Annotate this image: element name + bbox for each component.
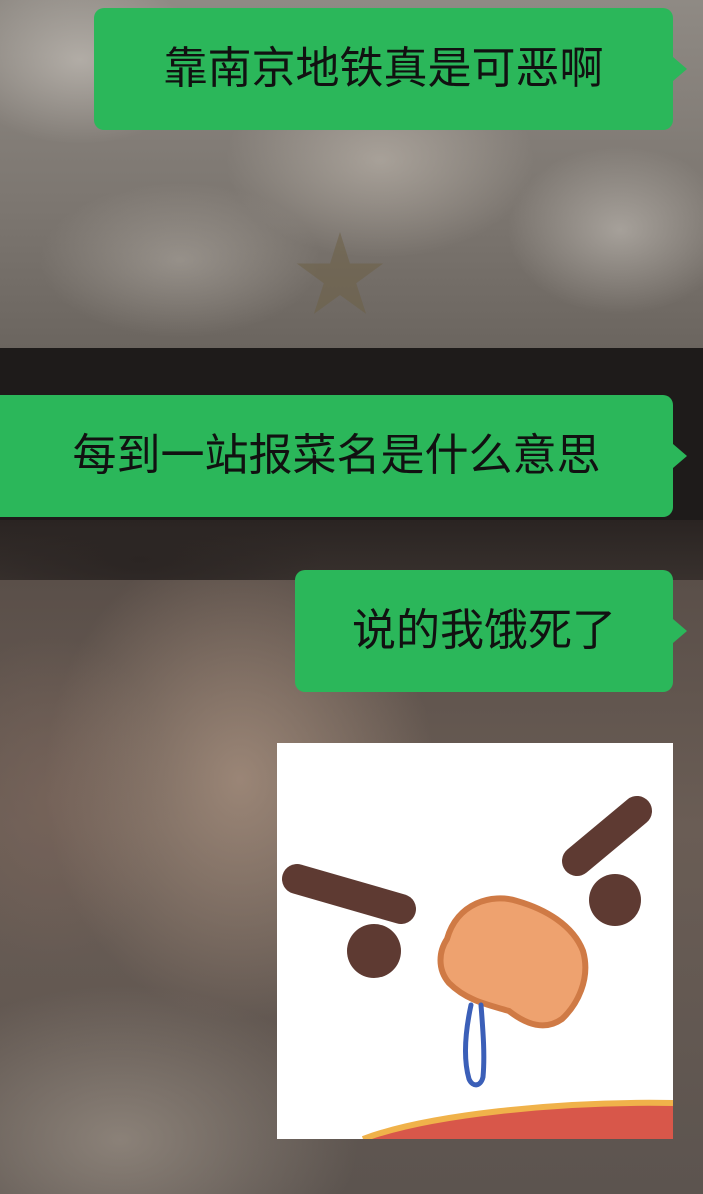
message-text-3: 说的我饿死了: [352, 605, 616, 656]
message-text-1: 靠南京地铁真是可恶啊: [163, 43, 604, 94]
message-text-2: 每到一站报菜名是什么意思: [72, 430, 601, 481]
sticker-image: [282, 796, 673, 1139]
left-eye: [347, 924, 401, 978]
left-eyebrow: [282, 864, 416, 924]
right-eyebrow: [562, 796, 652, 876]
angry-drooling-duck-sticker[interactable]: [277, 743, 673, 1139]
beak: [437, 895, 589, 1029]
message-bubble-1[interactable]: 靠南京地铁真是可恶啊: [94, 8, 673, 130]
drool: [462, 1002, 487, 1088]
right-eye: [589, 874, 641, 926]
message-bubble-3[interactable]: 说的我饿死了: [295, 570, 673, 692]
message-bubble-2[interactable]: 每到一站报菜名是什么意思: [0, 395, 673, 517]
